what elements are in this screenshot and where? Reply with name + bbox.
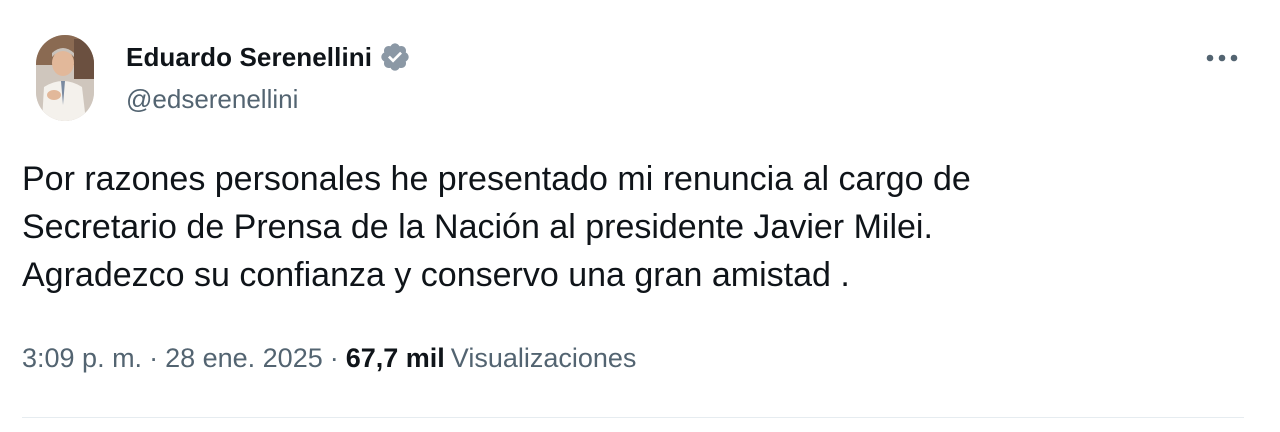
tweet-time[interactable]: 3:09 p. m. [22, 343, 142, 374]
author-name-row: Eduardo Serenellini [126, 40, 411, 74]
author-handle[interactable]: @edserenellini [126, 84, 298, 115]
author-display-name[interactable]: Eduardo Serenellini [126, 42, 372, 73]
more-options-button[interactable] [1200, 40, 1244, 76]
tweet-text-line: Por razones personales he presentado mi … [22, 160, 971, 198]
meta-separator: · [329, 343, 339, 373]
meta-separator: · [149, 343, 159, 373]
tweet-meta: 3:09 p. m. · 28 ene. 2025 · 67,7 mil Vis… [22, 343, 636, 374]
tweet-card: Eduardo Serenellini @edserenellini Por r… [0, 0, 1280, 432]
divider [22, 417, 1244, 418]
verified-badge-icon [379, 41, 411, 73]
views-label[interactable]: Visualizaciones [451, 343, 637, 374]
more-options-icon [1206, 54, 1238, 62]
tweet-text-line: Agradezco su confianza y conservo una gr… [22, 256, 850, 294]
avatar[interactable] [36, 35, 94, 121]
tweet-date[interactable]: 28 ene. 2025 [165, 343, 323, 374]
avatar-photo [36, 35, 94, 121]
tweet-text-line: Secretario de Prensa de la Nación al pre… [22, 208, 933, 246]
tweet-text: Por razones personales he presentado mi … [22, 155, 1242, 299]
views-count[interactable]: 67,7 mil [346, 343, 445, 374]
